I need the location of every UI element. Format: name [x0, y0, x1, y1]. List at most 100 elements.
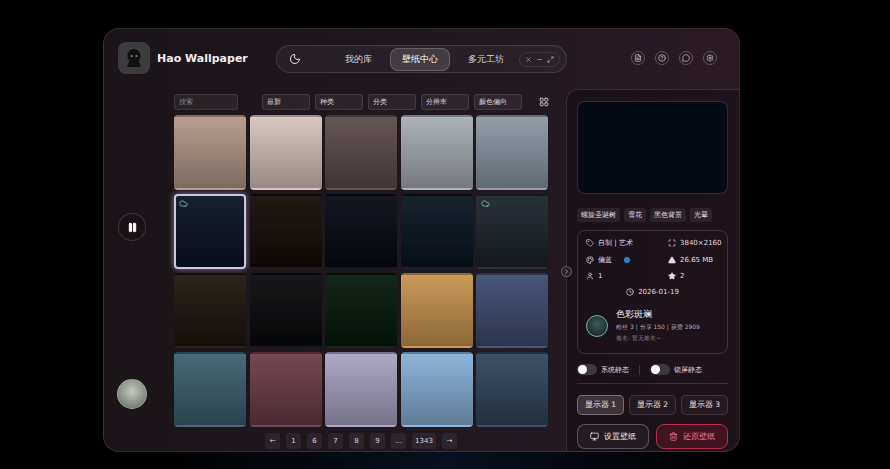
page-button[interactable]: 7 [328, 433, 343, 449]
user-avatar[interactable] [117, 379, 147, 409]
main-body: 搜索最新种类分类分辨率颜色偏向←16789...1343→螺旋圣诞树雪花黑色背景… [104, 86, 739, 451]
maximize-icon[interactable] [547, 56, 554, 63]
minimize-icon[interactable] [536, 56, 543, 63]
tag-chip[interactable]: 黑色背景 [650, 208, 686, 222]
header: Hao Wallpaper 我的库壁纸中心多元工坊 [104, 29, 739, 86]
help-button[interactable] [655, 51, 669, 65]
help-icon [658, 54, 666, 62]
page-button[interactable]: ... [391, 433, 406, 449]
wallpaper-tile[interactable] [476, 273, 548, 348]
wallpaper-tile[interactable] [174, 352, 246, 427]
header-actions [567, 51, 739, 65]
nav-tab[interactable]: 我的库 [333, 48, 384, 71]
switch-knob [578, 365, 587, 374]
tag-chip[interactable]: 雪花 [624, 208, 646, 222]
monitor-button[interactable]: 显示器 1 [577, 395, 624, 415]
collapse-button[interactable] [561, 266, 572, 277]
grid-view-button[interactable] [539, 97, 549, 107]
window-controls [519, 52, 560, 67]
search-input[interactable]: 搜索 [174, 94, 238, 110]
date-info: 2026-01-19 [586, 288, 719, 296]
tag-icon [586, 239, 594, 247]
brand: Hao Wallpaper [118, 42, 276, 74]
filter-bar: 搜索 最新种类分类分辨率颜色偏向 [174, 94, 566, 110]
wallpaper-tile[interactable] [250, 115, 322, 190]
logo [118, 42, 150, 74]
wallpaper-tile[interactable] [174, 194, 246, 269]
docs-button[interactable] [631, 51, 645, 65]
nav-tabs: 我的库壁纸中心多元工坊 [333, 48, 516, 71]
author-avatar[interactable] [586, 315, 608, 337]
monitor-button[interactable]: 显示器 2 [629, 395, 676, 415]
author-name[interactable]: 色彩斑斓 [616, 308, 700, 321]
wallpaper-tile[interactable] [174, 115, 246, 190]
downloads-info: 1 [586, 272, 668, 280]
pause-icon [127, 222, 138, 233]
action-row: 设置壁纸还原壁纸 [577, 424, 728, 449]
moon-icon[interactable] [289, 53, 301, 65]
wallpaper-tile[interactable] [250, 273, 322, 348]
page-button[interactable]: ← [265, 433, 280, 449]
page-button[interactable]: 8 [349, 433, 364, 449]
pagination: ← 16789... 1343 → [174, 433, 548, 449]
color-tone-info: 偏蓝 [586, 255, 668, 265]
filter-dropdown[interactable]: 颜色偏向 [474, 94, 522, 110]
wallpaper-tile[interactable] [325, 194, 397, 269]
dynamic-badge [179, 199, 188, 208]
page-button[interactable]: → [442, 433, 457, 449]
logo-icon [122, 46, 146, 70]
wallpaper-tile[interactable] [401, 115, 473, 190]
page-button[interactable]: 1 [286, 433, 301, 449]
wallpaper-tile[interactable] [401, 352, 473, 427]
wallpaper-tile[interactable] [476, 115, 548, 190]
page-button[interactable]: 1343 [412, 433, 436, 449]
nav-tab[interactable]: 多元工坊 [456, 48, 516, 71]
toggle-row: 系统静态锁屏静态 [577, 364, 728, 375]
wallpaper-tile[interactable] [401, 194, 473, 269]
switch-knob [651, 365, 660, 374]
message-button[interactable] [679, 51, 693, 65]
wallpaper-tile[interactable] [325, 273, 397, 348]
resolution-info: 3840×2160 [668, 238, 722, 248]
document-icon [634, 54, 642, 62]
filter-dropdown[interactable]: 分辨率 [421, 94, 469, 110]
wallpaper-tile[interactable] [174, 273, 246, 348]
app-window: Hao Wallpaper 我的库壁纸中心多元工坊搜索 最新种类分类分辨率颜色偏向 ←… [103, 28, 740, 452]
restore-wallpaper-button[interactable]: 还原壁纸 [656, 424, 728, 449]
wallpaper-tile[interactable] [325, 352, 397, 427]
settings-button[interactable] [703, 51, 717, 65]
toggle-switch[interactable] [577, 364, 597, 375]
side-rail [104, 86, 160, 451]
chevron-right-icon [563, 268, 570, 275]
file-size-icon [668, 256, 676, 264]
page-button[interactable]: 6 [307, 433, 322, 449]
palette-icon [586, 256, 594, 264]
wallpaper-tile[interactable] [401, 273, 473, 348]
dynamic-badge [481, 199, 490, 208]
grid-icon [539, 97, 549, 107]
toggle-switch[interactable] [650, 364, 670, 375]
wallpaper-tile[interactable] [250, 194, 322, 269]
favorites-info: 2 [668, 272, 722, 280]
wallpaper-tile[interactable] [325, 115, 397, 190]
monitor-button[interactable]: 显示器 3 [681, 395, 728, 415]
tag-chip[interactable]: 螺旋圣诞树 [577, 208, 620, 222]
close-icon[interactable] [525, 56, 532, 63]
wallpaper-tile[interactable] [476, 352, 548, 427]
filter-dropdown[interactable]: 最新 [262, 94, 310, 110]
info-card: 自制 | 艺术3840×2160偏蓝26.65 MB122026-01-19色彩… [577, 230, 728, 354]
toggle-label: 系统静态 [601, 365, 629, 375]
page-button[interactable]: 9 [370, 433, 385, 449]
desktop: Hao Wallpaper 我的库壁纸中心多元工坊搜索 最新种类分类分辨率颜色偏向 ←… [0, 0, 890, 469]
wallpaper-tile[interactable] [250, 352, 322, 427]
tone-dot [624, 257, 630, 263]
nav-tab[interactable]: 壁纸中心 [390, 48, 450, 71]
filter-dropdown[interactable]: 种类 [315, 94, 363, 110]
set-wallpaper-button[interactable]: 设置壁纸 [577, 424, 649, 449]
filter-dropdown[interactable]: 分类 [368, 94, 416, 110]
monitor-icon [590, 432, 599, 441]
divider [577, 383, 728, 384]
play-pause-button[interactable] [118, 213, 146, 241]
wallpaper-tile[interactable] [476, 194, 548, 269]
tag-chip[interactable]: 光晕 [690, 208, 712, 222]
